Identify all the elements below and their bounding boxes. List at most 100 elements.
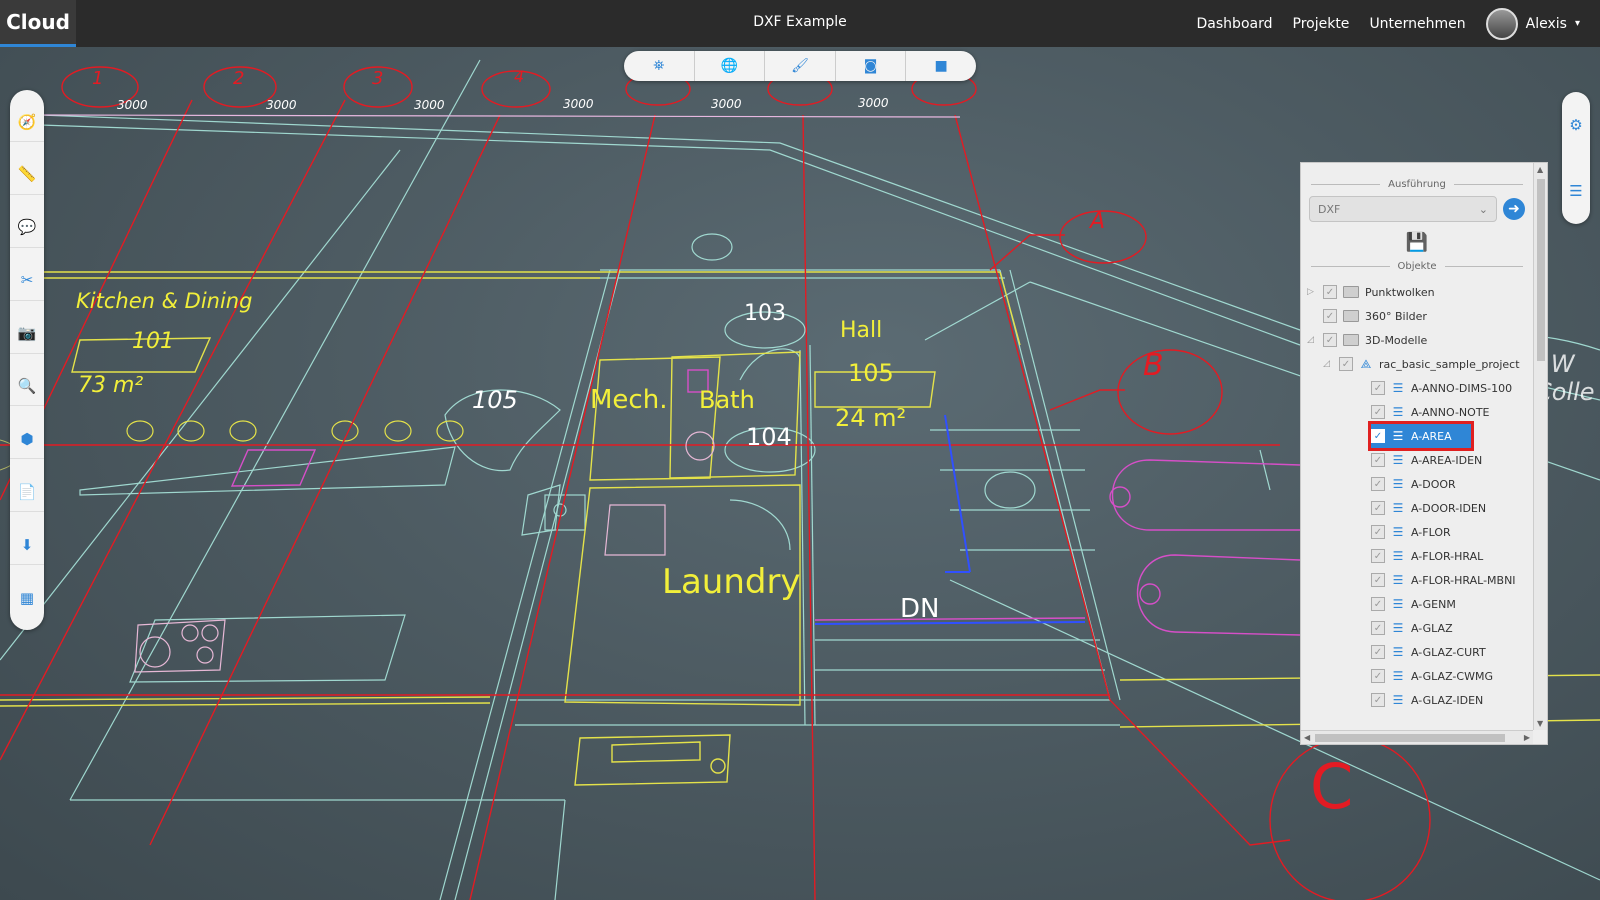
checkbox[interactable]: ✓ bbox=[1371, 525, 1385, 539]
tree-item-model[interactable]: ◿ ✓ ⟁ rac_basic_sample_project bbox=[1307, 352, 1527, 376]
vertical-scrollbar[interactable]: ▲ ▼ bbox=[1533, 163, 1547, 730]
room-label-bath: Bath bbox=[699, 386, 755, 414]
stair-label-dn: DN bbox=[900, 594, 939, 624]
checkbox[interactable]: ✓ bbox=[1323, 333, 1337, 347]
chevron-down-icon: ▾ bbox=[1574, 18, 1580, 29]
nav-projekte[interactable]: Projekte bbox=[1293, 16, 1350, 32]
layer-item[interactable]: ✓ ☰ A-GLAZ-CWMG bbox=[1307, 664, 1527, 688]
folder-icon bbox=[1343, 334, 1359, 346]
section-ausfuehrung: Ausführung bbox=[1311, 179, 1523, 190]
cube-icon[interactable]: ⬢ bbox=[10, 419, 44, 460]
brush-icon[interactable]: 🖌 bbox=[765, 51, 836, 81]
room-label-laundry: Laundry bbox=[662, 562, 801, 602]
room-area-73: 73 m² bbox=[78, 373, 143, 398]
layer-item[interactable]: ✓ ☰ A-ANNO-NOTE bbox=[1307, 400, 1527, 424]
layers-icon: ☰ bbox=[1392, 405, 1404, 419]
main-nav: Dashboard Projekte Unternehmen Alexis ▾ bbox=[1197, 0, 1580, 47]
search-icon[interactable]: 🔍 bbox=[10, 366, 44, 407]
layers-icon[interactable]: ☰ bbox=[1569, 182, 1582, 200]
layer-item-selected[interactable]: ✓ ☰ A-AREA bbox=[1368, 421, 1474, 451]
checkbox[interactable]: ✓ bbox=[1371, 621, 1385, 635]
scissors-icon[interactable]: ✂ bbox=[10, 261, 44, 301]
checkbox[interactable]: ✓ bbox=[1371, 453, 1385, 467]
brand-logo[interactable]: Cloud bbox=[0, 0, 76, 47]
dim-text: 3000 bbox=[563, 97, 594, 111]
checkbox[interactable]: ✓ bbox=[1371, 501, 1385, 515]
layer-item[interactable]: ✓ ☰ A-AREA-IDEN bbox=[1307, 448, 1527, 472]
download-icon[interactable]: ⬇ bbox=[10, 525, 44, 565]
layers-icon: ☰ bbox=[1392, 381, 1404, 395]
user-menu[interactable]: Alexis ▾ bbox=[1485, 7, 1580, 40]
layers-icon: ☰ bbox=[1392, 597, 1404, 611]
layers-icon: ☰ bbox=[1392, 645, 1404, 659]
layer-item[interactable]: ✓ ☰ A-GLAZ-IDEN bbox=[1307, 688, 1527, 712]
right-toolbar: ⚙ ☰ bbox=[1562, 92, 1590, 224]
layer-item[interactable]: ✓ ☰ A-FLOR-HRAL-MBNI bbox=[1307, 568, 1527, 592]
scrollbar-thumb[interactable] bbox=[1315, 734, 1505, 742]
settings-icon[interactable]: ⚙ bbox=[1569, 116, 1582, 134]
grid-label-c: C bbox=[1310, 750, 1353, 823]
nav-dashboard[interactable]: Dashboard bbox=[1197, 16, 1273, 32]
globe-icon[interactable]: 🌐 bbox=[695, 51, 766, 81]
collapse-icon[interactable]: ◿ bbox=[1323, 359, 1333, 369]
layer-item[interactable]: ✓ ☰ A-FLOR-HRAL bbox=[1307, 544, 1527, 568]
horizontal-scrollbar[interactable]: ◀ ▶ bbox=[1301, 730, 1533, 744]
grid-label-2: 2 bbox=[233, 68, 244, 89]
nav-unternehmen[interactable]: Unternehmen bbox=[1369, 16, 1465, 32]
layer-item[interactable]: ✓ ☰ A-DOOR bbox=[1307, 472, 1527, 496]
tree-item-3d-modelle[interactable]: ◿ ✓ 3D-Modelle bbox=[1307, 328, 1527, 352]
dim-text: 3000 bbox=[266, 98, 297, 112]
checkbox[interactable]: ✓ bbox=[1371, 381, 1385, 395]
left-toolbar: 🧭 📏 💬 ✂ 📷 🔍 ⬢ 📄 ⬇ ▦ bbox=[10, 90, 44, 630]
layer-item[interactable]: ✓ ☰ A-FLOR bbox=[1307, 520, 1527, 544]
expand-icon[interactable]: ▷ bbox=[1307, 287, 1317, 297]
layer-item[interactable]: ✓ ☰ A-GLAZ bbox=[1307, 616, 1527, 640]
collapse-icon[interactable]: ◿ bbox=[1307, 335, 1317, 345]
grid-icon[interactable]: ▦ bbox=[10, 578, 44, 618]
compass-icon[interactable]: 🧭 bbox=[10, 102, 44, 142]
format-select[interactable]: DXF ⌄ bbox=[1309, 196, 1497, 222]
checkbox[interactable]: ✓ bbox=[1371, 549, 1385, 563]
camera-icon[interactable]: 📷 bbox=[10, 314, 44, 354]
apply-button[interactable]: ➜ bbox=[1503, 198, 1525, 220]
tree-item-punktwolken[interactable]: ▷ ✓ Punktwolken bbox=[1307, 280, 1527, 304]
room-number-103: 103 bbox=[744, 301, 786, 326]
checkbox[interactable]: ✓ bbox=[1371, 573, 1385, 587]
binoculars-icon[interactable]: ⛯ bbox=[624, 51, 695, 81]
objects-panel: Ausführung DXF ⌄ ➜ 💾 Objekte ▷ ✓ Punktwol… bbox=[1300, 162, 1548, 745]
checkbox[interactable]: ✓ bbox=[1371, 477, 1385, 491]
layers-icon: ☰ bbox=[1392, 573, 1404, 587]
user-name: Alexis bbox=[1525, 15, 1567, 32]
scroll-left-icon[interactable]: ◀ bbox=[1304, 733, 1310, 742]
scrollbar-thumb[interactable] bbox=[1537, 179, 1545, 361]
scroll-up-icon[interactable]: ▲ bbox=[1537, 165, 1543, 174]
square-icon[interactable]: ■ bbox=[906, 51, 976, 81]
vr-glasses-icon[interactable]: ◙ bbox=[836, 51, 907, 81]
room-number-101: 101 bbox=[132, 329, 174, 354]
layer-item[interactable]: ✓ ☰ A-ANNO-DIMS-100 bbox=[1307, 376, 1527, 400]
layers-icon: ☰ bbox=[1392, 621, 1404, 635]
file-add-icon[interactable]: 📄 bbox=[10, 472, 44, 513]
checkbox[interactable]: ✓ bbox=[1371, 693, 1385, 707]
checkbox[interactable]: ✓ bbox=[1339, 357, 1353, 371]
model-icon: ⟁ bbox=[1360, 356, 1372, 371]
checkbox[interactable]: ✓ bbox=[1371, 429, 1385, 443]
layer-item[interactable]: ✓ ☰ A-DOOR-IDEN bbox=[1307, 496, 1527, 520]
scroll-right-icon[interactable]: ▶ bbox=[1524, 733, 1530, 742]
ruler-icon[interactable]: 📏 bbox=[10, 155, 44, 195]
scroll-down-icon[interactable]: ▼ bbox=[1537, 719, 1543, 728]
layer-item[interactable]: ✓ ☰ A-GLAZ-CURT bbox=[1307, 640, 1527, 664]
checkbox[interactable]: ✓ bbox=[1371, 645, 1385, 659]
floppy-disk-icon: 💾 bbox=[1405, 232, 1429, 253]
save-button[interactable]: 💾 bbox=[1307, 232, 1527, 253]
checkbox[interactable]: ✓ bbox=[1323, 285, 1337, 299]
layer-item[interactable]: ✓ ☰ A-GENM bbox=[1307, 592, 1527, 616]
checkbox[interactable]: ✓ bbox=[1371, 405, 1385, 419]
checkbox[interactable]: ✓ bbox=[1323, 309, 1337, 323]
checkbox[interactable]: ✓ bbox=[1371, 597, 1385, 611]
room-label-hall: Hall bbox=[840, 318, 882, 343]
tree-item-360-bilder[interactable]: ✓ 360° Bilder bbox=[1307, 304, 1527, 328]
chevron-down-icon: ⌄ bbox=[1478, 202, 1488, 216]
comment-icon[interactable]: 💬 bbox=[10, 208, 44, 248]
checkbox[interactable]: ✓ bbox=[1371, 669, 1385, 683]
